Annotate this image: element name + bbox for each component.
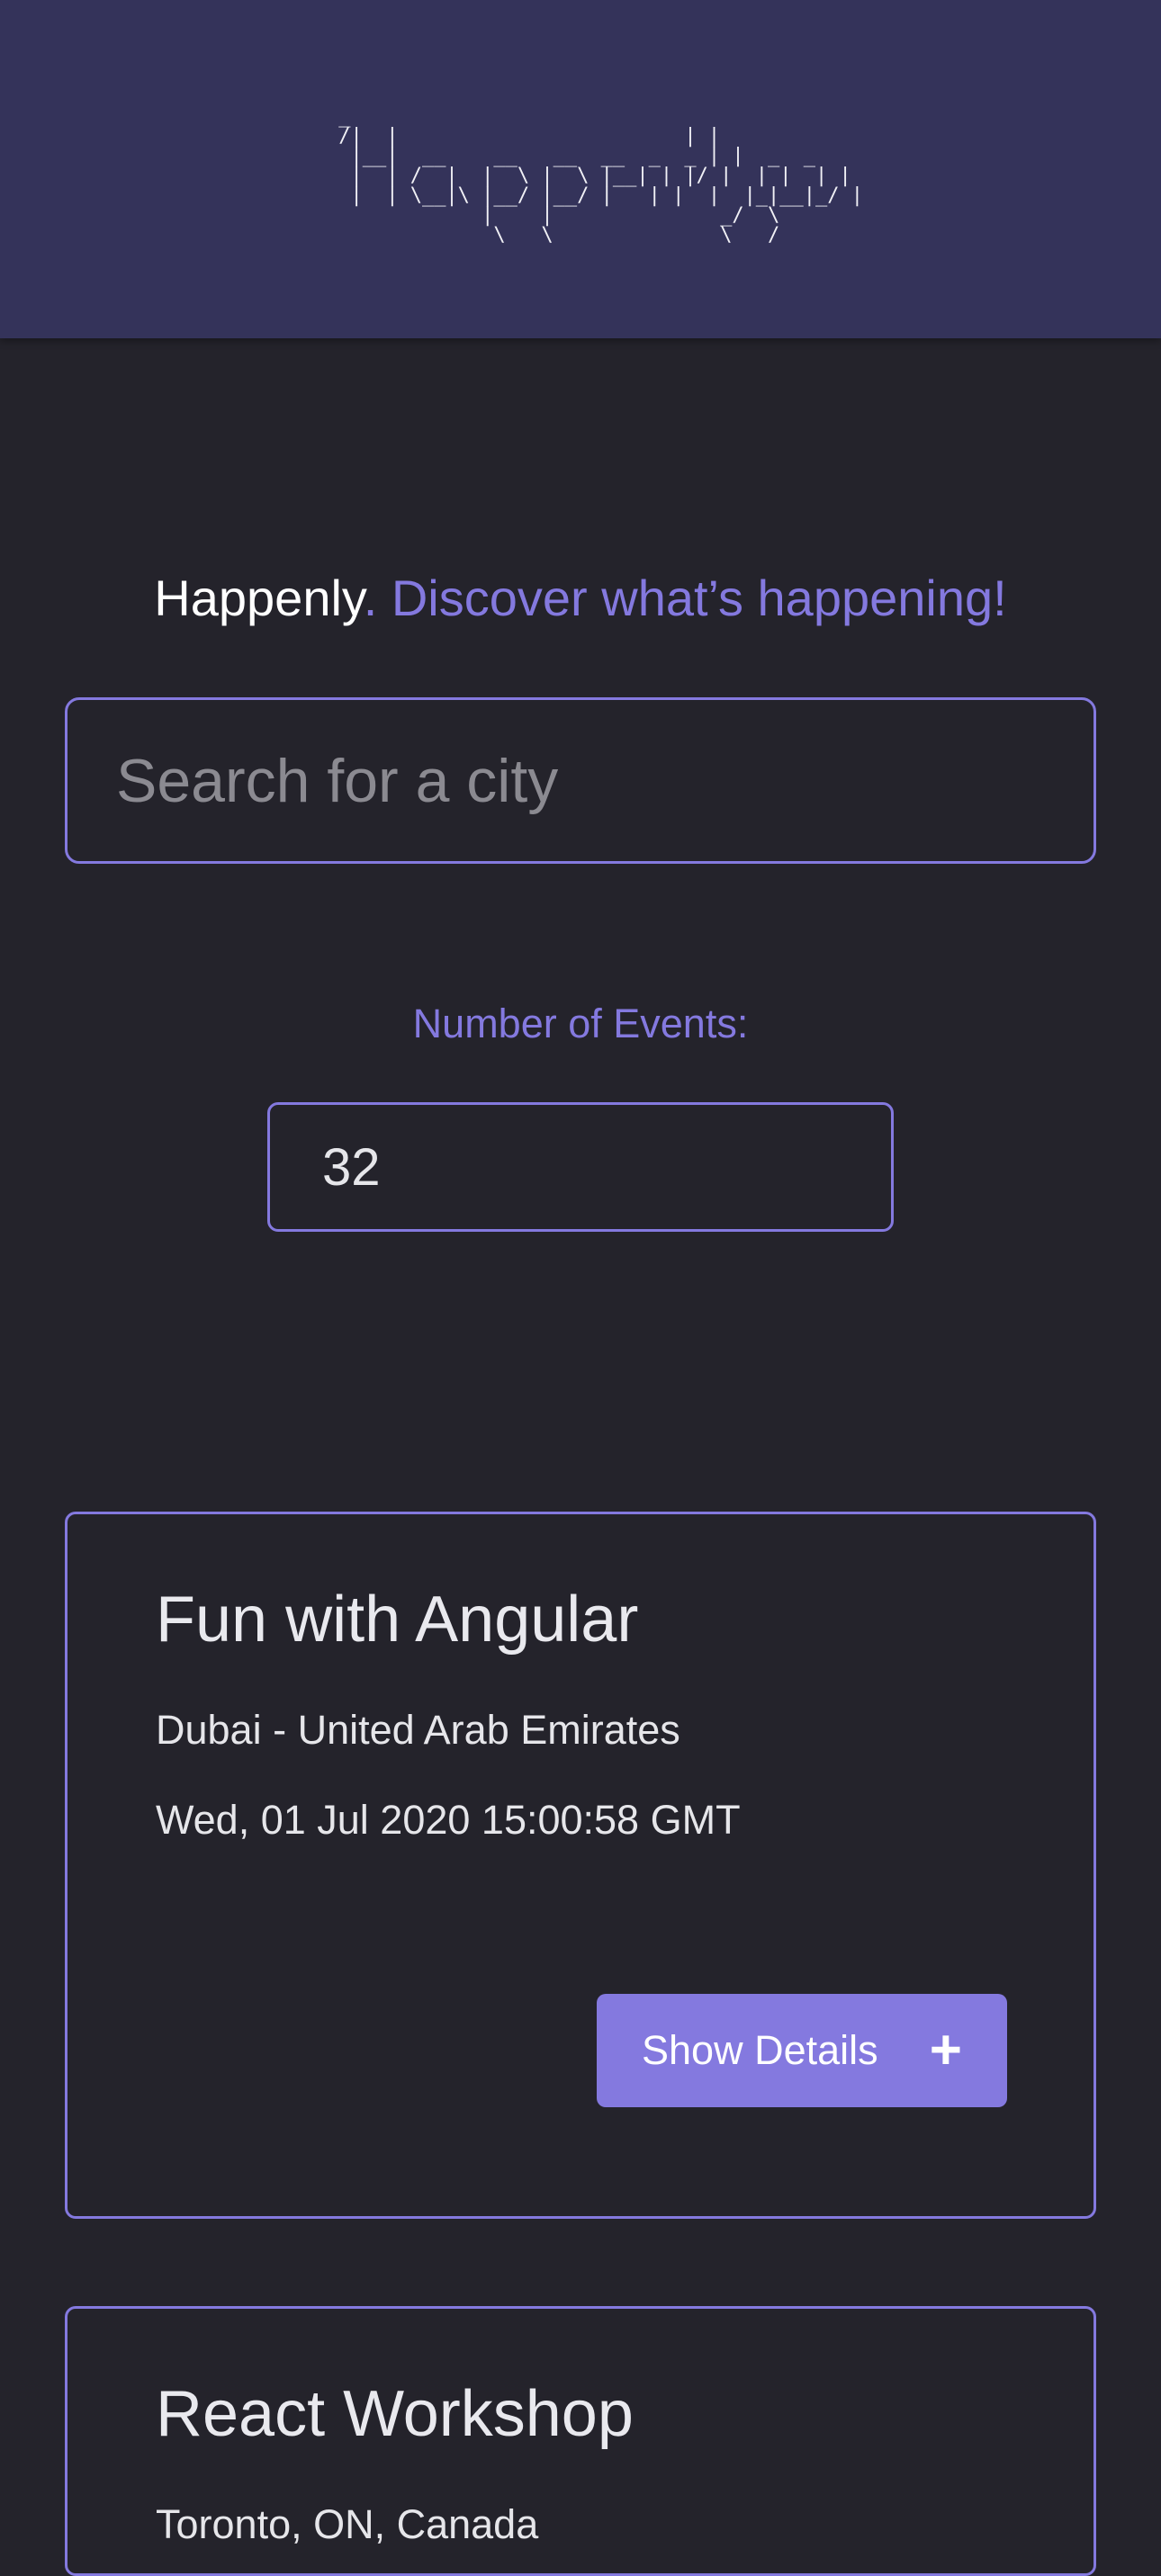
event-title: React Workshop xyxy=(156,2378,634,2450)
show-details-label: Show Details xyxy=(642,2027,878,2073)
plus-icon: + xyxy=(929,2019,962,2081)
event-card: React Workshop Toronto, ON, Canada xyxy=(65,2306,1096,2576)
app-header: _ /| | | | |__| __ __ __ __ _ _ | | _ _ … xyxy=(0,0,1161,338)
tagline-brand: Happenly xyxy=(154,570,364,626)
event-location: Dubai - United Arab Emirates xyxy=(156,1707,680,1753)
number-of-events-label: Number of Events: xyxy=(412,1001,749,1046)
number-of-events-input[interactable] xyxy=(267,1102,894,1232)
show-details-button[interactable]: Show Details + xyxy=(597,1994,1007,2107)
city-search-input[interactable] xyxy=(65,697,1096,864)
event-card: Fun with Angular Dubai - United Arab Emi… xyxy=(65,1512,1096,2219)
event-title: Fun with Angular xyxy=(156,1584,639,1656)
event-date: Wed, 01 Jul 2020 15:00:58 GMT xyxy=(156,1797,741,1843)
app-logo: _ /| | | | |__| __ __ __ __ _ _ | | _ _ … xyxy=(338,105,864,247)
tagline: Happenly. Discover what’s happening! xyxy=(0,569,1161,627)
tagline-slogan: . Discover what’s happening! xyxy=(363,570,1007,626)
event-location: Toronto, ON, Canada xyxy=(156,2501,539,2547)
